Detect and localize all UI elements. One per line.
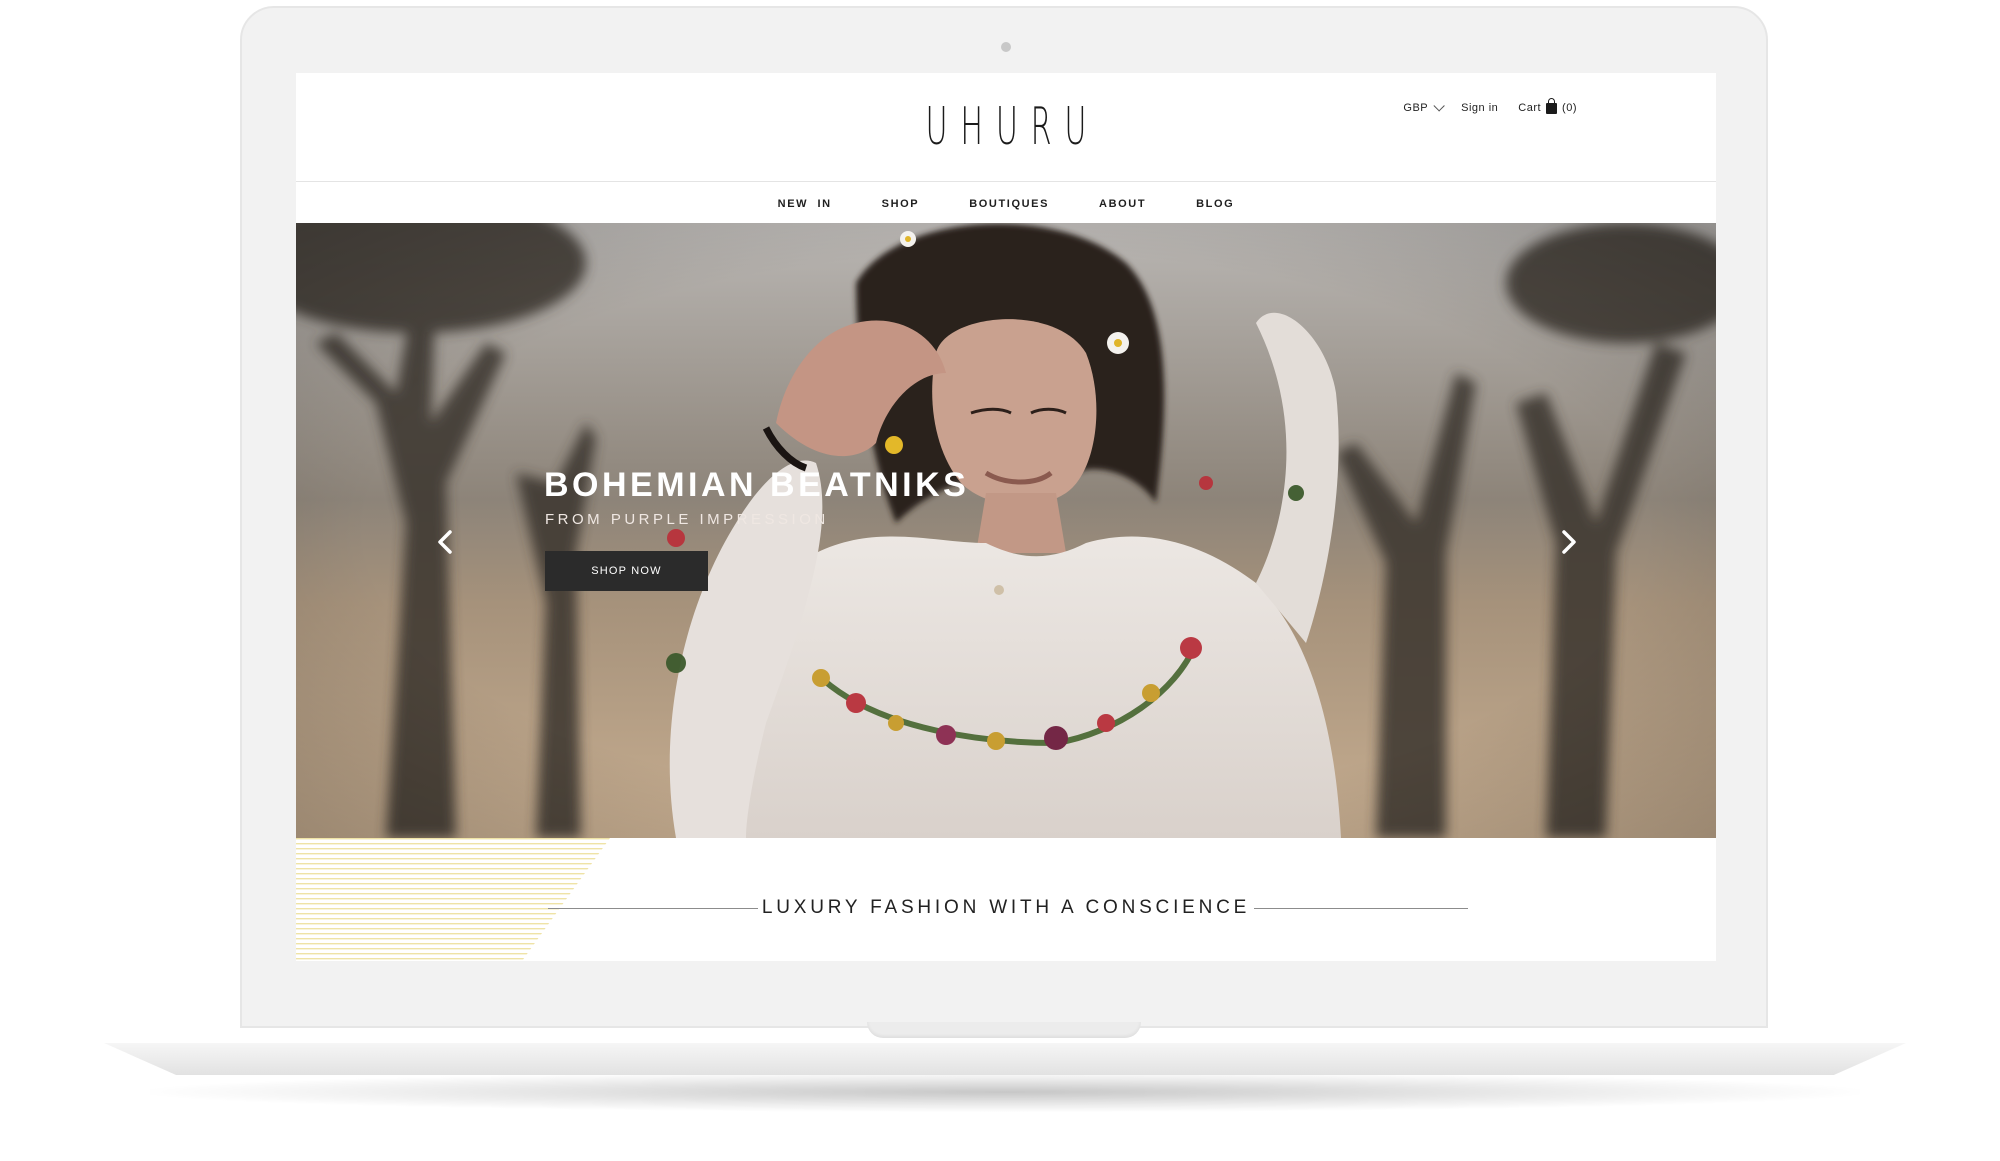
nav-item-shop[interactable]: SHOP (882, 198, 920, 210)
hero-subtitle: FROM PURPLE IMPRESSION (545, 511, 829, 528)
tagline-section: LUXURY FASHION WITH A CONSCIENCE (296, 838, 1716, 961)
arrow-left-icon[interactable] (428, 524, 464, 560)
laptop-base (104, 1043, 1906, 1075)
nav-item-boutiques[interactable]: BOUTIQUES (969, 198, 1049, 210)
cart-label: Cart (1518, 102, 1542, 114)
hero-photo (296, 223, 1716, 838)
browser-viewport: UHURU GBP Sign in Cart (0) NEW IN SHOP B… (296, 73, 1716, 961)
nav-item-new-in[interactable]: NEW IN (778, 198, 832, 210)
sign-in-link[interactable]: Sign in (1461, 102, 1498, 114)
camera-dot (1001, 42, 1011, 52)
hero-slider: BOHEMIAN BEATNIKS FROM PURPLE IMPRESSION… (296, 223, 1716, 838)
chevron-down-icon (1433, 100, 1445, 112)
shop-now-button[interactable]: SHOP NOW (545, 551, 708, 591)
nav-item-blog[interactable]: BLOG (1196, 198, 1234, 210)
nav-item-about[interactable]: ABOUT (1099, 198, 1146, 210)
site-header: UHURU GBP Sign in Cart (0) (296, 73, 1716, 182)
laptop-shadow (150, 1072, 1860, 1112)
site-logo[interactable]: UHURU (594, 97, 1418, 157)
utility-bar: GBP Sign in Cart (0) (1403, 97, 1577, 114)
currency-label: GBP (1403, 102, 1429, 114)
cart-count: (0) (1562, 102, 1577, 114)
hero-title: BOHEMIAN BEATNIKS (544, 466, 970, 504)
laptop-notch (867, 1022, 1141, 1038)
cart-link[interactable]: Cart (0) (1518, 97, 1577, 114)
currency-selector[interactable]: GBP (1403, 100, 1445, 114)
main-nav: NEW IN SHOP BOUTIQUES ABOUT BLOG (296, 182, 1716, 226)
tagline-text: LUXURY FASHION WITH A CONSCIENCE (761, 897, 1251, 918)
cart-bag-icon (1546, 97, 1558, 114)
sign-in-label: Sign in (1461, 102, 1499, 114)
arrow-right-icon[interactable] (1550, 524, 1586, 560)
